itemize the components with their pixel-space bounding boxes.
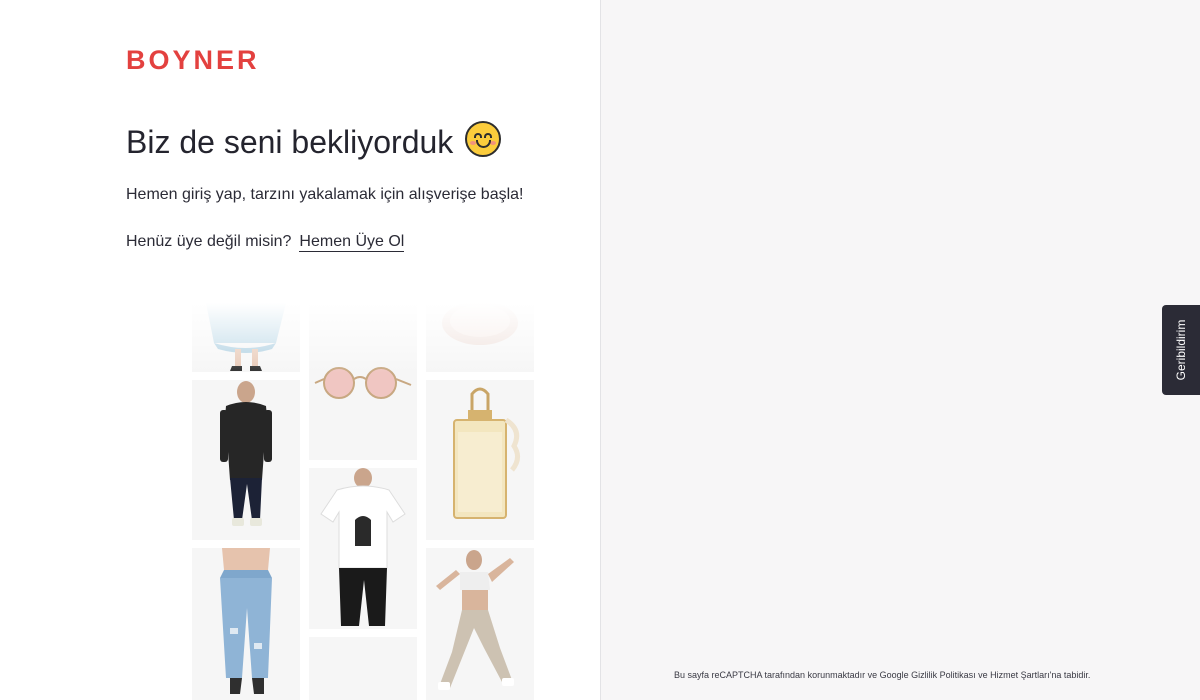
sportswear-product-image [426,548,534,700]
feedback-tab[interactable]: Geribildirim [1162,305,1200,395]
cosmetic-product-image [426,303,534,372]
page-title: Biz de seni bekliyorduk [126,120,502,164]
register-prompt: Henüz üye değil misin? [126,233,292,250]
form-panel [601,0,1200,700]
feedback-tab-label: Geribildirim [1174,319,1188,381]
mens-outfit-product-image [192,380,300,540]
boyner-logo[interactable]: BOYNER [126,46,260,74]
product-gallery [192,303,536,700]
smiling-face-icon [465,121,502,157]
register-row: Henüz üye değil misin? Hemen Üye Ol [126,231,405,253]
product-image-placeholder [309,637,417,700]
skirt-product-image [192,303,300,372]
page-title-text: Biz de seni bekliyorduk [126,124,454,160]
jeans-product-image [192,548,300,700]
sunglasses-product-image [309,303,417,460]
register-link[interactable]: Hemen Üye Ol [299,233,405,252]
login-panel: BOYNER Biz de seni bekliyorduk Hemen gir… [0,0,600,700]
tshirt-product-image [309,468,417,629]
login-subtitle: Hemen giriş yap, tarzını yakalamak için … [126,186,524,203]
recaptcha-note: Bu sayfa reCAPTCHA tarafından korunmakta… [674,670,1091,680]
perfume-product-image [426,380,534,540]
